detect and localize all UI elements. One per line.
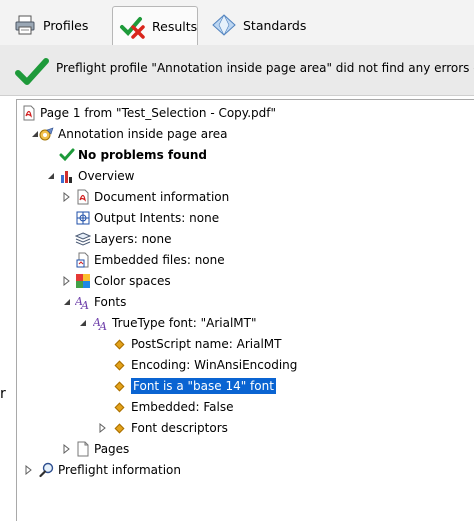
magnifier-icon <box>39 462 54 478</box>
tree-node-no-problems[interactable]: No problems found <box>59 145 207 165</box>
expand-icon[interactable] <box>98 422 108 434</box>
check-cross-icon <box>120 16 145 39</box>
tab-profiles-label: Profiles <box>43 17 89 33</box>
tree-label-truetype-font: TrueType font: "ArialMT" <box>112 316 257 330</box>
tree-node-doc-info[interactable]: Document information <box>75 187 229 207</box>
tree-node-encoding[interactable]: Encoding: WinAnsiEncoding <box>113 355 297 375</box>
expand-icon[interactable] <box>62 443 72 455</box>
output-intent-icon <box>76 211 90 225</box>
tree-label-layers: Layers: none <box>94 232 172 246</box>
tree-node-font-descriptors[interactable]: Font descriptors <box>113 418 228 438</box>
tree-label-postscript-name: PostScript name: ArialMT <box>131 337 282 351</box>
results-tree[interactable]: Page 1 from "Test_Selection - Copy.pdf" … <box>16 99 474 521</box>
tree-label-color-spaces: Color spaces <box>94 274 171 288</box>
tree-label-output-intents: Output Intents: none <box>94 211 220 225</box>
tab-results[interactable]: Results <box>112 6 198 46</box>
property-bullet-icon <box>114 360 125 370</box>
svg-text:A: A <box>80 299 89 310</box>
result-banner: Preflight profile "Annotation inside pag… <box>0 45 474 96</box>
tree-label-pages: Pages <box>94 442 130 456</box>
tree-node-color-spaces[interactable]: Color spaces <box>75 271 171 291</box>
tab-bar: Profiles Results Standards <box>0 0 474 46</box>
tab-standards-label: Standards <box>243 17 307 33</box>
banner-message: Preflight profile "Annotation inside pag… <box>56 61 474 75</box>
tree-node-pages[interactable]: Pages <box>75 439 129 459</box>
page-icon <box>77 441 89 457</box>
tree-node-embedded[interactable]: Embedded: False <box>113 397 234 417</box>
left-edge-glyph: r <box>0 386 6 402</box>
pdf-document-icon <box>77 189 89 205</box>
property-bullet-icon <box>114 339 125 349</box>
property-bullet-icon <box>114 402 125 412</box>
tree-node-layers[interactable]: Layers: none <box>75 229 172 249</box>
tree-label-profile: Annotation inside page area <box>58 127 228 141</box>
tree-label-embedded: Embedded: False <box>131 400 234 414</box>
check-icon <box>59 148 75 162</box>
tree-node-output-intents[interactable]: Output Intents: none <box>75 208 219 228</box>
collapse-icon[interactable] <box>78 317 88 327</box>
expand-icon[interactable] <box>24 464 34 476</box>
collapse-icon[interactable] <box>62 296 72 306</box>
tree-node-overview[interactable]: Overview <box>59 166 135 186</box>
tree-label-embedded-files: Embedded files: none <box>94 253 225 267</box>
font-icon: A A <box>75 295 89 310</box>
tab-standards[interactable]: Standards <box>212 6 312 44</box>
printer-icon <box>15 15 35 35</box>
tree-label-page: Page 1 from "Test_Selection - Copy.pdf" <box>40 106 276 120</box>
profile-gear-icon <box>39 127 54 141</box>
color-palette-icon <box>76 274 90 288</box>
property-bullet-icon <box>114 381 125 391</box>
font-icon: A A <box>93 316 107 331</box>
tree-label-no-problems: No problems found <box>78 148 208 162</box>
tree-node-embedded-files[interactable]: Embedded files: none <box>75 250 225 270</box>
tree-node-fonts[interactable]: A A Fonts <box>75 292 126 312</box>
tree-node-postscript-name[interactable]: PostScript name: ArialMT <box>113 334 281 354</box>
collapse-icon[interactable] <box>46 170 56 180</box>
diamond-icon <box>212 14 236 36</box>
tree-label-font-descriptors: Font descriptors <box>131 421 228 435</box>
tree-label-fonts: Fonts <box>94 295 127 309</box>
layers-icon <box>75 232 91 246</box>
tree-node-base14[interactable]: Font is a "base 14" font <box>113 376 276 396</box>
tree-node-page[interactable]: Page 1 from "Test_Selection - Copy.pdf" <box>21 103 276 123</box>
tree-node-truetype-font[interactable]: A A TrueType font: "ArialMT" <box>93 313 257 333</box>
property-bullet-icon <box>114 423 125 433</box>
green-check-icon <box>15 58 49 85</box>
tree-label-doc-info: Document information <box>94 190 230 204</box>
tree-label-overview: Overview <box>78 169 135 183</box>
tree-node-profile[interactable]: Annotation inside page area <box>39 124 228 144</box>
tree-label-encoding: Encoding: WinAnsiEncoding <box>131 358 298 372</box>
bar-chart-icon <box>61 171 72 183</box>
tree-label-base14: Font is a "base 14" font <box>131 378 276 394</box>
expand-icon[interactable] <box>62 275 72 287</box>
tab-profiles[interactable]: Profiles <box>14 6 110 44</box>
svg-text:A: A <box>98 320 107 331</box>
expand-icon[interactable] <box>62 191 72 203</box>
attached-file-icon <box>76 252 89 268</box>
pdf-file-icon <box>23 105 35 121</box>
tab-results-label: Results <box>152 19 198 34</box>
tree-node-preflight-info[interactable]: Preflight information <box>39 460 181 480</box>
tree-label-preflight-info: Preflight information <box>58 463 181 477</box>
